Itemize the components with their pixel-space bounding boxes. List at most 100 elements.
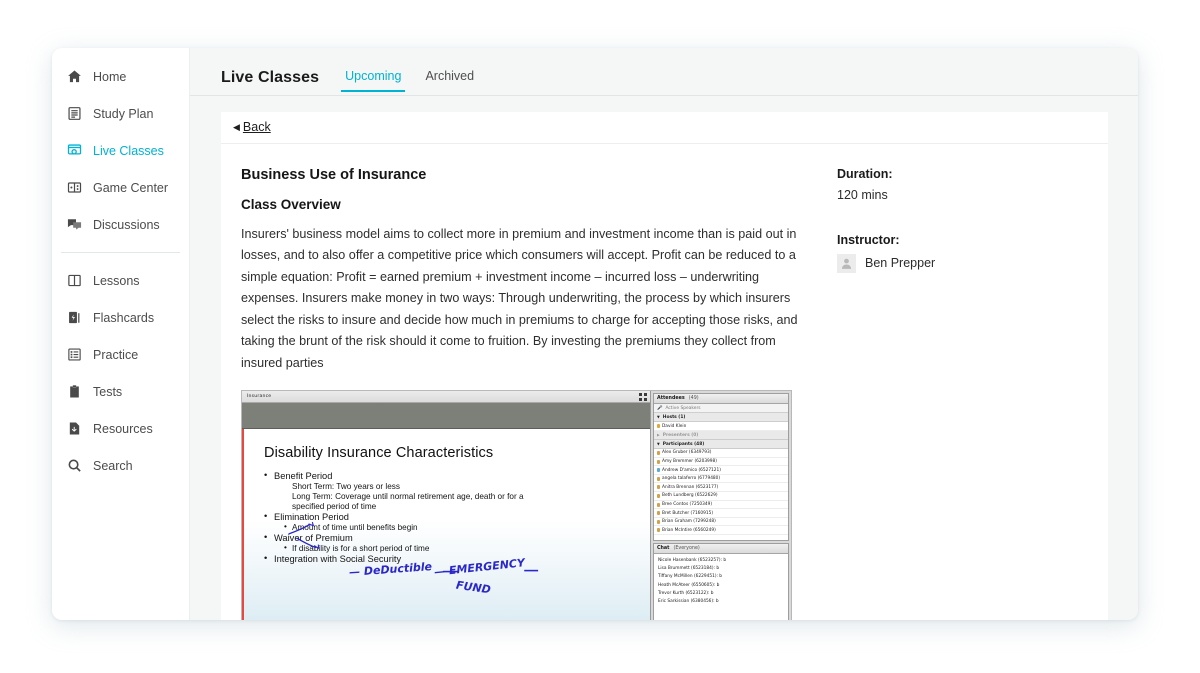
class-video-preview[interactable]: Insurance Disability Insurance Character…: [241, 390, 792, 620]
slide-bullet: Elimination Period: [264, 511, 640, 522]
attendee-row[interactable]: Bret Butcher (7160915): [654, 509, 788, 518]
sidebar-item-label: Tests: [93, 384, 123, 399]
group-label: Participants (48): [662, 441, 705, 447]
sidebar-item-live-classes[interactable]: Live Classes: [52, 132, 189, 169]
main-content: Live Classes Upcoming Archived ◀ Back Bu…: [190, 48, 1138, 620]
attendees-panel: Attendees (49) 🎤 Active Speakers ▼ Hosts: [653, 393, 789, 542]
chat-message: Nicole Hasenbank (6523257): b: [658, 558, 727, 564]
back-caret-icon: ◀: [233, 121, 240, 132]
slide-bullet: Short Term: Two years or less: [292, 482, 400, 492]
search-icon: [67, 458, 82, 473]
video-window-title: Insurance: [247, 394, 272, 400]
back-button[interactable]: ◀ Back: [233, 120, 271, 134]
chat-message: Eric Sarkissian (6380456): b: [658, 599, 719, 604]
chevron-down-icon: ▼: [657, 442, 660, 447]
slide-content: Disability Insurance Characteristics Ben…: [244, 429, 650, 564]
video-stage: Insurance Disability Insurance Character…: [242, 391, 650, 620]
attendees-group-presenters[interactable]: ▶ Presenters (0): [654, 431, 788, 441]
chat-message: Heath McAteer (6550605): b: [658, 582, 720, 588]
attendees-header: Attendees (49): [654, 394, 788, 405]
person-avatar-icon: [837, 253, 856, 273]
sidebar-item-discussions[interactable]: Discussions: [52, 206, 189, 243]
attendee-row[interactable]: Anitra Brennan (6523177): [654, 483, 788, 493]
flashcards-icon: [67, 310, 82, 325]
instructor-label: Instructor:: [837, 232, 900, 247]
screen-root: Home Study Plan Live Classes Game Center…: [0, 0, 1200, 673]
lessons-icon: [67, 273, 82, 288]
slide-bullet: specified period of time: [292, 502, 377, 512]
slide-bullet: Benefit Period: [264, 470, 640, 481]
sidebar-item-study-plan[interactable]: Study Plan: [52, 95, 189, 132]
slide-bullet: Amount of time until benefits begin: [264, 522, 640, 532]
back-label: Back: [242, 120, 271, 135]
chat-message-list[interactable]: Nicole Hasenbank (6523257): b Lisa Brumm…: [654, 554, 788, 620]
slide-bullet-list: Benefit Period Short Term: Two years or …: [264, 470, 640, 564]
sidebar: Home Study Plan Live Classes Game Center…: [52, 48, 190, 620]
sidebar-group-secondary: Lessons Flashcards Practice Tests Resour…: [52, 260, 189, 486]
attendee-row[interactable]: Amy Bremmer (6203998): [654, 458, 788, 467]
sidebar-item-flashcards[interactable]: Flashcards: [52, 299, 189, 336]
attendees-count: (49): [688, 396, 699, 402]
class-title: Business Use of Insurance: [241, 166, 427, 183]
attendee-row[interactable]: Brian McIntire (6560249): [654, 526, 788, 535]
sidebar-item-search[interactable]: Search: [52, 447, 189, 484]
attendee-row[interactable]: David Klein: [654, 422, 788, 432]
attendee-row[interactable]: Bree Contos (7250349): [654, 501, 788, 510]
attendees-group-hosts[interactable]: ▼ Hosts (1): [654, 413, 788, 423]
chat-message: Lisa Brummett (6523184): b: [658, 566, 720, 572]
instructor-name: Ben Prepper: [865, 256, 936, 271]
game-center-icon: [67, 180, 82, 195]
slide-canvas: Disability Insurance Characteristics Ben…: [242, 429, 650, 620]
attendees-group-participants[interactable]: ▼ Participants (48): [654, 440, 788, 450]
attendee-row[interactable]: Andrew D'amico (6527121): [654, 466, 788, 475]
chat-header: Chat (Everyone): [654, 544, 788, 555]
tab-upcoming[interactable]: Upcoming: [341, 69, 406, 92]
sidebar-group-primary: Home Study Plan Live Classes Game Center…: [52, 56, 189, 245]
attendee-row[interactable]: Alex Gruber (6349793): [654, 449, 788, 458]
sidebar-item-practice[interactable]: Practice: [52, 336, 189, 373]
sidebar-item-label: Search: [93, 458, 133, 473]
sidebar-item-label: Discussions: [93, 217, 160, 232]
attendees-title: Attendees: [657, 396, 685, 402]
group-label: Hosts (1): [662, 414, 686, 420]
sidebar-item-label: Practice: [93, 347, 139, 362]
sidebar-item-game-center[interactable]: Game Center: [52, 169, 189, 206]
live-classes-icon: [67, 143, 82, 158]
sidebar-item-tests[interactable]: Tests: [52, 373, 189, 410]
class-detail-panel: Business Use of Insurance Class Overview…: [221, 143, 1108, 620]
chat-message: Tiffany McMillen (6229451): b: [658, 574, 723, 580]
duration-label: Duration:: [837, 166, 893, 181]
tab-archived[interactable]: Archived: [421, 69, 478, 92]
chevron-down-icon: ▼: [657, 415, 660, 420]
class-overview-heading: Class Overview: [241, 196, 341, 212]
slide-bullet: If disability is for a short period of t…: [264, 543, 640, 553]
chat-panel: Chat (Everyone) Nicole Hasenbank (652325…: [653, 543, 789, 620]
sidebar-item-label: Resources: [93, 421, 153, 436]
microphone-icon: 🎤: [657, 405, 663, 411]
slide-ink-fund: FUND: [455, 579, 492, 597]
back-bar: ◀ Back: [221, 111, 1108, 144]
sidebar-item-resources[interactable]: Resources: [52, 410, 189, 447]
fullscreen-icon[interactable]: [639, 392, 647, 401]
chat-message: Trevor Kurth (6523122): b: [658, 590, 714, 596]
sidebar-divider: [61, 252, 180, 253]
sidebar-item-lessons[interactable]: Lessons: [52, 262, 189, 299]
class-detail-left: Business Use of Insurance Class Overview…: [221, 144, 818, 620]
sidebar-item-label: Live Classes: [93, 143, 164, 158]
sidebar-item-label: Game Center: [93, 180, 169, 195]
sidebar-item-label: Lessons: [93, 273, 140, 288]
slide-bullet: Integration with Social Security: [264, 553, 640, 564]
attendee-row[interactable]: angela talaferro (6779480): [654, 475, 788, 484]
active-speakers-label: Active Speakers: [665, 405, 701, 411]
sidebar-item-label: Home: [93, 69, 127, 84]
sidebar-item-home[interactable]: Home: [52, 58, 189, 95]
slide-bullet: Waiver of Premium: [264, 532, 640, 543]
attendee-row[interactable]: Beth Lundberg (6522629): [654, 492, 788, 501]
active-speakers-row: 🎤 Active Speakers: [654, 404, 788, 414]
attendee-row[interactable]: Brian Graham (7299248): [654, 518, 788, 527]
practice-icon: [67, 347, 82, 362]
study-plan-icon: [67, 106, 82, 121]
tab-bar: Upcoming Archived: [341, 69, 478, 95]
chat-scope: (Everyone): [673, 546, 700, 552]
page-header: Live Classes Upcoming Archived: [190, 48, 1138, 96]
